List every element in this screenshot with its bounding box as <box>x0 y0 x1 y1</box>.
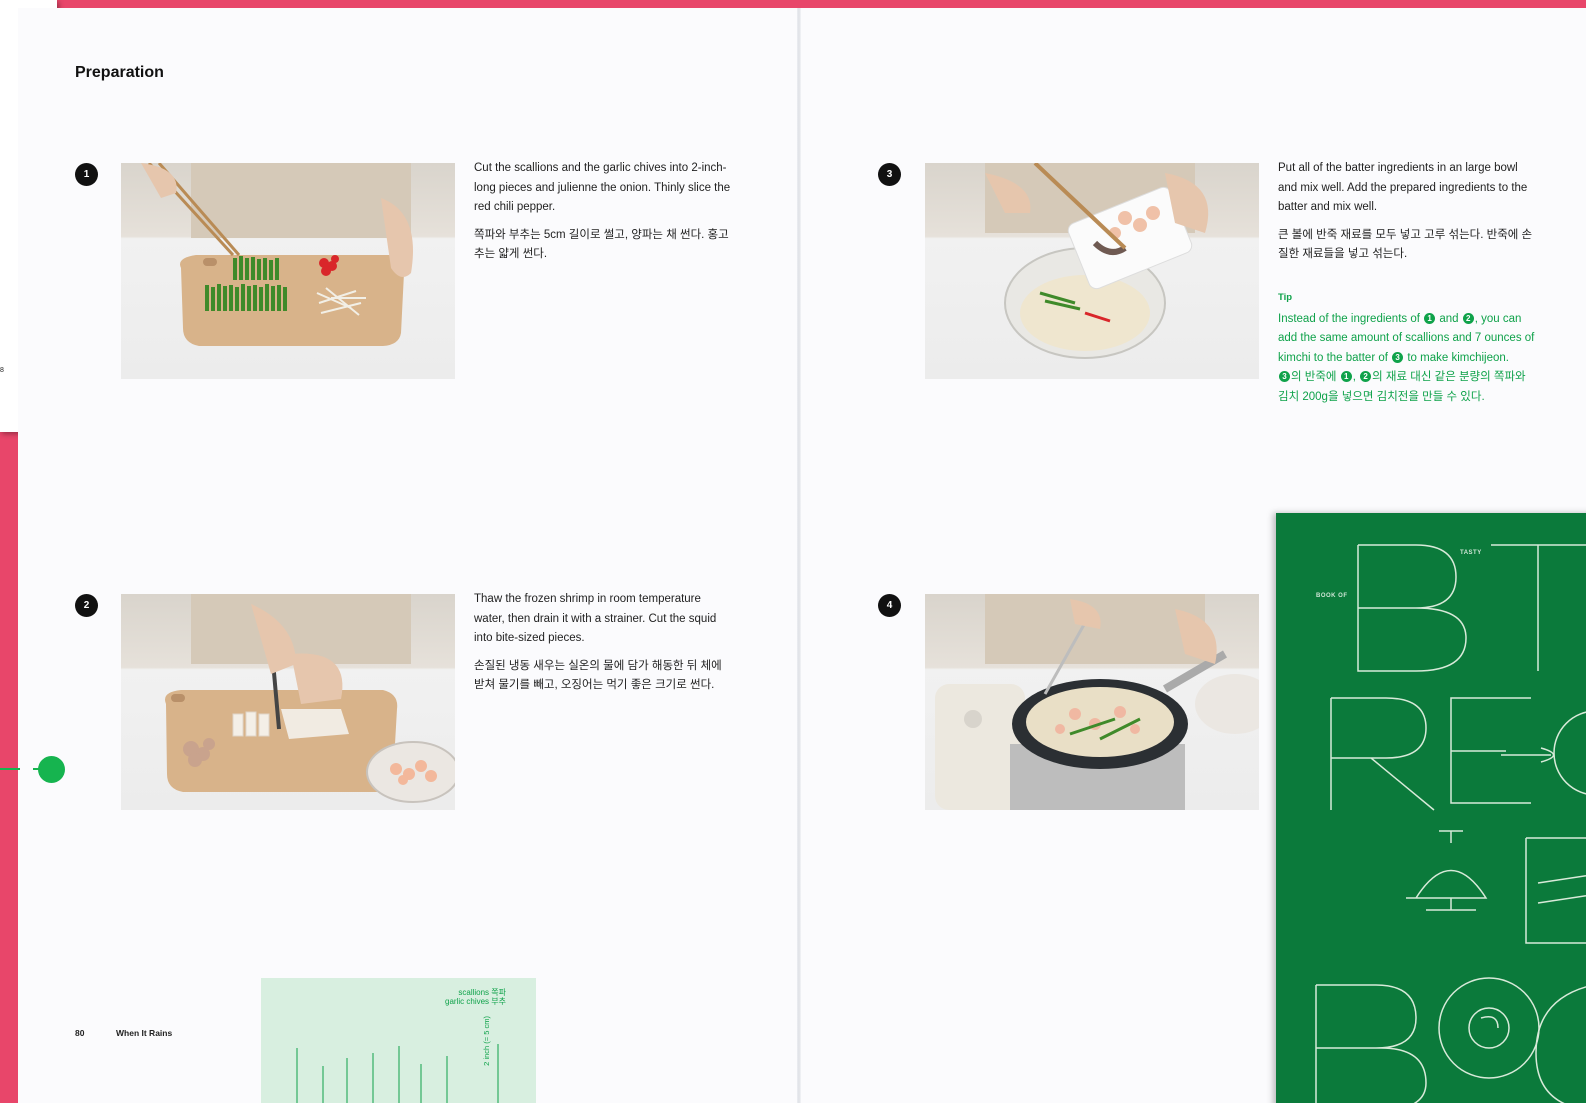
step-1-illustration <box>141 163 413 346</box>
green-connector-dot[interactable] <box>38 756 65 783</box>
connector-line <box>0 768 20 770</box>
tip-korean: 3의 반죽에 1, 2의 재료 대신 같은 분량의 쪽파와 김치 200g을 넣… <box>1278 368 1538 407</box>
step-3-korean: 큰 볼에 반죽 재료를 모두 넣고 고루 섞는다. 반죽에 손질한 재료들을 넣… <box>1278 228 1533 261</box>
step-3-illustration <box>985 163 1209 359</box>
step-2-text: Thaw the frozen shrimp in room temperatu… <box>474 590 734 704</box>
step-1-text: Cut the scallions and the garlic chives … <box>474 159 734 273</box>
side-card-text: 8 <box>0 367 4 374</box>
tip-english-part-2: and <box>1439 312 1459 325</box>
page-number: 80 <box>75 1028 85 1038</box>
tip-english-part-1: Instead of the ingredients of <box>1278 312 1420 325</box>
step-4-illustration <box>935 594 1259 810</box>
step-3-photo <box>925 163 1259 379</box>
book-spread: Preparation 1 Cut the scallions and the … <box>18 8 1586 1103</box>
ko-ref-step-2-badge: 2 <box>1360 371 1372 383</box>
tip-korean-part-1: 의 반죽에 <box>1291 371 1337 383</box>
step-2-photo <box>121 594 455 810</box>
page-title: Preparation <box>75 64 164 81</box>
tip-english-part-4: to make kimchijeon. <box>1407 351 1509 364</box>
ruler-lines <box>296 1044 499 1103</box>
step-1-korean: 쪽파와 부추는 5cm 길이로 썰고, 양파는 채 썬다. 홍고추는 얇게 썬다… <box>474 228 729 261</box>
step-3-text: Put all of the batter ingredients in an … <box>1278 159 1538 273</box>
ref-step-3-badge: 3 <box>1392 351 1404 363</box>
step-1-english: Cut the scallions and the garlic chives … <box>474 162 731 213</box>
step-number-4: 4 <box>878 594 901 617</box>
step-number-1: 1 <box>75 163 98 186</box>
tip-english: Instead of the ingredients of 1 and 2, y… <box>1278 310 1538 369</box>
step-3-english: Put all of the batter ingredients in an … <box>1278 162 1528 213</box>
step-2-illustration <box>165 594 455 803</box>
ko-ref-step-1-badge: 1 <box>1340 371 1352 383</box>
step-number-2: 2 <box>75 594 98 617</box>
tip-box: Tip Instead of the ingredients of 1 and … <box>1278 288 1538 407</box>
book-gutter <box>797 8 801 1103</box>
ref-step-2-badge: 2 <box>1462 312 1474 324</box>
step-2-korean: 손질된 냉동 새우는 실온의 물에 담가 해동한 뒤 체에 받쳐 물기를 빼고,… <box>474 659 722 692</box>
tip-korean-part-2: , <box>1352 371 1356 383</box>
step-1-photo <box>121 163 455 379</box>
step-2-english: Thaw the frozen shrimp in room temperatu… <box>474 593 717 644</box>
cover-lettering <box>1315 544 1586 1103</box>
size-ruler: scallions 쪽파 garlic chives 부추 2 inch (= … <box>261 978 536 1103</box>
book-title-footer: When It Rains <box>116 1028 173 1038</box>
ko-ref-step-3-badge: 3 <box>1279 371 1290 383</box>
recipe-book-cover: TASTY BOOK OF <box>1276 513 1586 1103</box>
tip-label: Tip <box>1278 292 1293 303</box>
step-4-photo <box>925 594 1259 810</box>
ref-step-1-badge: 1 <box>1424 312 1436 324</box>
step-number-3: 3 <box>878 163 901 186</box>
